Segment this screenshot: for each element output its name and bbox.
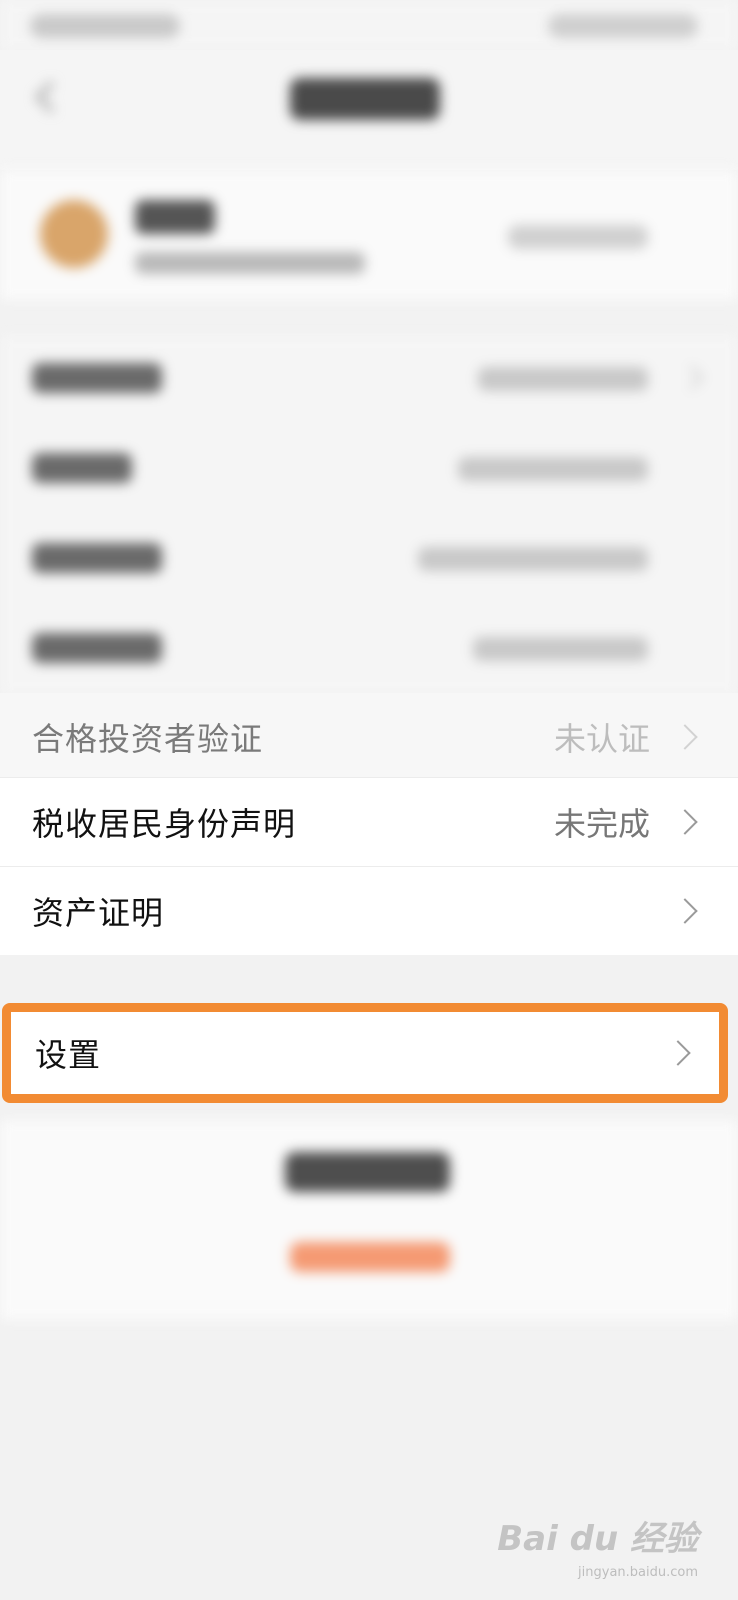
watermark-logo: Bai du 经验: [497, 1519, 698, 1559]
investor-verification-row[interactable]: 合格投资者验证 未认证: [0, 693, 738, 781]
status-time: [30, 14, 180, 38]
tax-residency-status: 未完成: [553, 805, 650, 843]
list-item[interactable]: [0, 515, 738, 605]
chevron-right-icon: [672, 898, 698, 924]
profile-subtitle: [135, 252, 365, 274]
status-bar: [0, 0, 738, 50]
settings-label: 设置: [35, 1036, 102, 1074]
tax-residency-row[interactable]: 税收居民身份声明 未完成: [0, 778, 738, 866]
profile-name: [135, 200, 215, 234]
chevron-right-icon: [672, 724, 698, 750]
status-indicators: [548, 14, 698, 38]
tax-residency-label: 税收居民身份声明: [32, 805, 297, 843]
settings-row[interactable]: 设置: [11, 1012, 719, 1094]
back-arrow-icon[interactable]: [32, 80, 58, 120]
investor-verification-status: 未认证: [553, 720, 650, 758]
watermark-url: jingyan.baidu.com: [578, 1565, 698, 1580]
chevron-right-icon: [665, 1040, 691, 1066]
avatar: [40, 200, 108, 268]
asset-proof-label: 资产证明: [32, 894, 165, 932]
list-item[interactable]: [0, 335, 738, 425]
profile-detail-link[interactable]: [508, 225, 648, 249]
asset-proof-row[interactable]: 资产证明: [0, 867, 738, 955]
settings-highlight-box: 设置: [2, 1003, 728, 1103]
logout-button[interactable]: [285, 1152, 450, 1192]
nav-bar: [0, 50, 738, 170]
profile-card[interactable]: [0, 170, 738, 300]
page-title: [290, 78, 440, 120]
chevron-right-icon: [672, 809, 698, 835]
bottom-actions: [0, 1120, 738, 1320]
chevron-right-icon: [679, 365, 704, 390]
investor-verification-label: 合格投资者验证: [32, 720, 264, 758]
list-item[interactable]: [0, 605, 738, 695]
list-item[interactable]: [0, 425, 738, 515]
blurred-settings-list: [0, 335, 738, 695]
orange-action-link[interactable]: [290, 1242, 450, 1272]
